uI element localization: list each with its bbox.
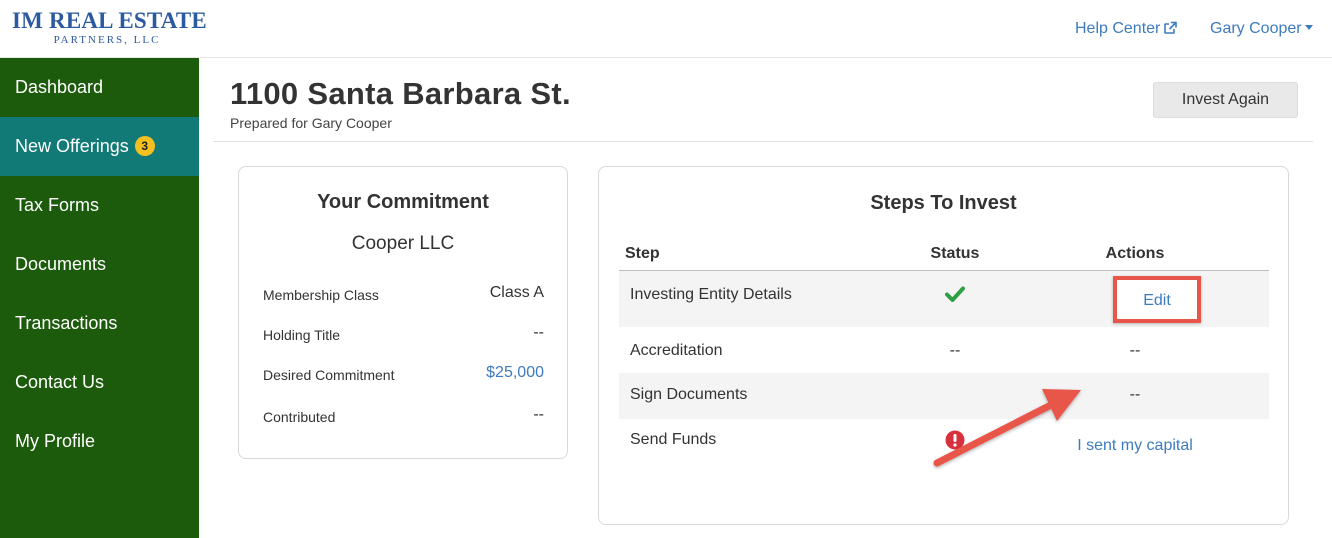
holding-title-row: Holding Title -- [263,324,544,348]
check-icon [945,286,965,302]
page-subtitle: Prepared for Gary Cooper [230,115,392,131]
sidebar-item-label: Transactions [15,313,118,333]
sidebar-item-dashboard[interactable]: Dashboard [0,58,199,117]
desired-commitment-link[interactable]: $25,000 [486,364,544,382]
main-content: 1100 Santa Barbara St. Prepared for Gary… [199,58,1332,538]
step-name: Sign Documents [630,386,748,403]
sidebar-item-documents[interactable]: Documents [0,235,199,294]
table-row: Accreditation -- -- [619,327,1269,373]
brand-name: IM REAL ESTATE [12,8,207,33]
entity-name: Cooper LLC [351,233,455,254]
sidebar-item-my-profile[interactable]: My Profile [0,412,199,471]
row-value: -- [533,324,544,341]
row-value: -- [533,406,544,423]
action-value: -- [1129,342,1141,359]
sidebar-item-tax-forms[interactable]: Tax Forms [0,176,199,235]
help-center-label: Help Center [1075,20,1161,37]
sidebar-item-label: New Offerings [15,136,129,156]
row-value: Class A [489,284,544,301]
top-navbar: IM REAL ESTATE PARTNERS, LLC Help Center… [0,0,1332,58]
sidebar-item-new-offerings[interactable]: New Offerings 3 [0,117,199,176]
user-name: Gary Cooper [1210,20,1302,37]
sidebar-item-transactions[interactable]: Transactions [0,294,199,353]
action-value: -- [1129,386,1141,403]
edit-highlight[interactable]: Edit [1113,276,1201,323]
commitment-card: Your Commitment Cooper LLC Membership Cl… [238,166,568,459]
column-header-status: Status [930,245,980,262]
invest-again-button[interactable]: Invest Again [1153,82,1298,118]
commitment-title: Your Commitment [317,191,489,213]
contributed-row: Contributed -- [263,406,544,430]
sidebar-item-label: My Profile [15,431,96,451]
caret-down-icon [1304,25,1313,30]
user-menu[interactable]: Gary Cooper [1210,20,1313,38]
sidebar-item-contact-us[interactable]: Contact Us [0,353,199,412]
arrow-annotation [933,389,1081,467]
membership-class-row: Membership Class Class A [263,284,544,308]
row-label: Contributed [263,409,336,425]
row-label: Holding Title [263,327,341,343]
sidebar-item-label: Contact Us [15,372,105,392]
row-label: Membership Class [263,287,379,303]
row-label: Desired Commitment [263,367,395,383]
external-link-icon [1164,21,1178,34]
table-row: Investing Entity Details Edit [619,271,1269,327]
edit-link[interactable]: Edit [1117,292,1197,310]
brand-logo[interactable]: IM REAL ESTATE PARTNERS, LLC [12,8,207,47]
help-center-link[interactable]: Help Center [1075,20,1178,38]
brand-subtitle: PARTNERS, LLC [53,34,161,46]
steps-title: Steps To Invest [870,192,1017,214]
step-name: Investing Entity Details [630,286,792,303]
desired-commitment-row: Desired Commitment $25,000 [263,364,544,388]
count-badge: 3 [134,136,155,156]
sidebar-item-label: Dashboard [15,77,104,97]
step-name: Accreditation [630,342,723,359]
step-name: Send Funds [630,431,717,448]
status-value: -- [949,342,961,359]
sidebar-item-label: Documents [15,254,107,274]
sidebar-item-label: Tax Forms [15,195,100,215]
sidebar: Dashboard New Offerings 3 Tax Forms Docum… [0,58,199,538]
page-title: 1100 Santa Barbara St. [230,76,571,111]
divider [213,141,1313,142]
column-header-actions: Actions [1105,245,1165,262]
column-header-step: Step [625,245,660,262]
